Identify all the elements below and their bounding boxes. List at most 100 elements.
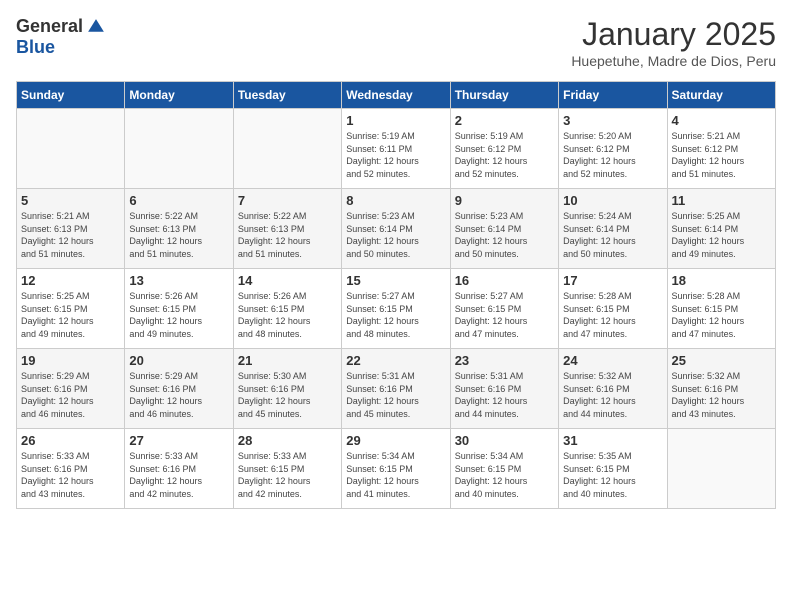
day-number: 12 xyxy=(21,273,120,288)
day-number: 4 xyxy=(672,113,771,128)
day-number: 31 xyxy=(563,433,662,448)
day-number: 14 xyxy=(238,273,337,288)
calendar-cell: 25 Sunrise: 5:32 AM Sunset: 6:16 PM Dayli… xyxy=(667,349,775,429)
day-number: 24 xyxy=(563,353,662,368)
calendar-week-2: 5 Sunrise: 5:21 AM Sunset: 6:13 PM Daylig… xyxy=(17,189,776,269)
day-number: 16 xyxy=(455,273,554,288)
calendar-cell: 12 Sunrise: 5:25 AM Sunset: 6:15 PM Dayli… xyxy=(17,269,125,349)
calendar-cell: 29 Sunrise: 5:34 AM Sunset: 6:15 PM Dayli… xyxy=(342,429,450,509)
day-info: Sunrise: 5:33 AM Sunset: 6:16 PM Dayligh… xyxy=(21,450,120,500)
day-number: 13 xyxy=(129,273,228,288)
logo: General Blue xyxy=(16,16,107,58)
calendar-week-5: 26 Sunrise: 5:33 AM Sunset: 6:16 PM Dayli… xyxy=(17,429,776,509)
calendar-week-3: 12 Sunrise: 5:25 AM Sunset: 6:15 PM Dayli… xyxy=(17,269,776,349)
calendar-cell: 9Sunrise: 5:23 AM Sunset: 6:14 PM Daylig… xyxy=(450,189,558,269)
calendar-cell xyxy=(125,109,233,189)
logo-blue: Blue xyxy=(16,37,55,57)
day-info: Sunrise: 5:33 AM Sunset: 6:15 PM Dayligh… xyxy=(238,450,337,500)
calendar-cell: 18Sunrise: 5:28 AM Sunset: 6:15 PM Dayli… xyxy=(667,269,775,349)
calendar-cell: 10Sunrise: 5:24 AM Sunset: 6:14 PM Dayli… xyxy=(559,189,667,269)
calendar-cell: 30 Sunrise: 5:34 AM Sunset: 6:15 PM Dayli… xyxy=(450,429,558,509)
calendar-cell: 22 Sunrise: 5:31 AM Sunset: 6:16 PM Dayli… xyxy=(342,349,450,429)
calendar-cell: 11Sunrise: 5:25 AM Sunset: 6:14 PM Dayli… xyxy=(667,189,775,269)
day-number: 9 xyxy=(455,193,554,208)
day-info: Sunrise: 5:24 AM Sunset: 6:14 PM Dayligh… xyxy=(563,210,662,260)
day-number: 23 xyxy=(455,353,554,368)
calendar-title: January 2025 xyxy=(571,16,776,53)
calendar-cell xyxy=(233,109,341,189)
calendar-cell: 20Sunrise: 5:29 AM Sunset: 6:16 PM Dayli… xyxy=(125,349,233,429)
day-number: 25 xyxy=(672,353,771,368)
weekday-header-friday: Friday xyxy=(559,82,667,109)
day-info: Sunrise: 5:23 AM Sunset: 6:14 PM Dayligh… xyxy=(346,210,445,260)
day-info: Sunrise: 5:33 AM Sunset: 6:16 PM Dayligh… xyxy=(129,450,228,500)
calendar-cell: 2 Sunrise: 5:19 AM Sunset: 6:12 PM Daylig… xyxy=(450,109,558,189)
day-number: 19 xyxy=(21,353,120,368)
calendar-table: SundayMondayTuesdayWednesdayThursdayFrid… xyxy=(16,81,776,509)
calendar-cell: 27 Sunrise: 5:33 AM Sunset: 6:16 PM Dayli… xyxy=(125,429,233,509)
day-info: Sunrise: 5:19 AM Sunset: 6:11 PM Dayligh… xyxy=(346,130,445,180)
day-number: 28 xyxy=(238,433,337,448)
day-number: 11 xyxy=(672,193,771,208)
weekday-header-saturday: Saturday xyxy=(667,82,775,109)
day-info: Sunrise: 5:26 AM Sunset: 6:15 PM Dayligh… xyxy=(238,290,337,340)
calendar-cell: 28 Sunrise: 5:33 AM Sunset: 6:15 PM Dayli… xyxy=(233,429,341,509)
calendar-cell: 3Sunrise: 5:20 AM Sunset: 6:12 PM Daylig… xyxy=(559,109,667,189)
day-number: 7 xyxy=(238,193,337,208)
calendar-cell: 7Sunrise: 5:22 AM Sunset: 6:13 PM Daylig… xyxy=(233,189,341,269)
day-number: 5 xyxy=(21,193,120,208)
day-number: 29 xyxy=(346,433,445,448)
calendar-cell: 26 Sunrise: 5:33 AM Sunset: 6:16 PM Dayli… xyxy=(17,429,125,509)
day-info: Sunrise: 5:32 AM Sunset: 6:16 PM Dayligh… xyxy=(672,370,771,420)
day-number: 21 xyxy=(238,353,337,368)
day-number: 27 xyxy=(129,433,228,448)
day-number: 6 xyxy=(129,193,228,208)
calendar-cell: 14 Sunrise: 5:26 AM Sunset: 6:15 PM Dayli… xyxy=(233,269,341,349)
calendar-cell: 21 Sunrise: 5:30 AM Sunset: 6:16 PM Dayli… xyxy=(233,349,341,429)
calendar-cell: 16 Sunrise: 5:27 AM Sunset: 6:15 PM Dayli… xyxy=(450,269,558,349)
day-number: 8 xyxy=(346,193,445,208)
calendar-cell: 31 Sunrise: 5:35 AM Sunset: 6:15 PM Dayli… xyxy=(559,429,667,509)
day-info: Sunrise: 5:20 AM Sunset: 6:12 PM Dayligh… xyxy=(563,130,662,180)
day-info: Sunrise: 5:25 AM Sunset: 6:15 PM Dayligh… xyxy=(21,290,120,340)
day-number: 17 xyxy=(563,273,662,288)
day-number: 1 xyxy=(346,113,445,128)
calendar-cell: 17 Sunrise: 5:28 AM Sunset: 6:15 PM Dayli… xyxy=(559,269,667,349)
calendar-body: 1 Sunrise: 5:19 AM Sunset: 6:11 PM Daylig… xyxy=(17,109,776,509)
calendar-cell: 6 Sunrise: 5:22 AM Sunset: 6:13 PM Daylig… xyxy=(125,189,233,269)
calendar-week-1: 1 Sunrise: 5:19 AM Sunset: 6:11 PM Daylig… xyxy=(17,109,776,189)
day-info: Sunrise: 5:30 AM Sunset: 6:16 PM Dayligh… xyxy=(238,370,337,420)
weekday-header-monday: Monday xyxy=(125,82,233,109)
weekday-header-sunday: Sunday xyxy=(17,82,125,109)
weekday-header-tuesday: Tuesday xyxy=(233,82,341,109)
day-info: Sunrise: 5:19 AM Sunset: 6:12 PM Dayligh… xyxy=(455,130,554,180)
logo-general: General xyxy=(16,16,83,36)
day-info: Sunrise: 5:31 AM Sunset: 6:16 PM Dayligh… xyxy=(346,370,445,420)
calendar-cell: 5 Sunrise: 5:21 AM Sunset: 6:13 PM Daylig… xyxy=(17,189,125,269)
day-info: Sunrise: 5:22 AM Sunset: 6:13 PM Dayligh… xyxy=(129,210,228,260)
calendar-cell: 15Sunrise: 5:27 AM Sunset: 6:15 PM Dayli… xyxy=(342,269,450,349)
day-info: Sunrise: 5:29 AM Sunset: 6:16 PM Dayligh… xyxy=(129,370,228,420)
logo-icon xyxy=(85,16,107,38)
day-number: 2 xyxy=(455,113,554,128)
day-info: Sunrise: 5:21 AM Sunset: 6:13 PM Dayligh… xyxy=(21,210,120,260)
day-info: Sunrise: 5:34 AM Sunset: 6:15 PM Dayligh… xyxy=(346,450,445,500)
day-info: Sunrise: 5:27 AM Sunset: 6:15 PM Dayligh… xyxy=(346,290,445,340)
day-info: Sunrise: 5:28 AM Sunset: 6:15 PM Dayligh… xyxy=(563,290,662,340)
calendar-cell xyxy=(17,109,125,189)
day-number: 26 xyxy=(21,433,120,448)
weekday-header-wednesday: Wednesday xyxy=(342,82,450,109)
day-info: Sunrise: 5:35 AM Sunset: 6:15 PM Dayligh… xyxy=(563,450,662,500)
calendar-cell: 13Sunrise: 5:26 AM Sunset: 6:15 PM Dayli… xyxy=(125,269,233,349)
day-number: 30 xyxy=(455,433,554,448)
title-block: January 2025 Huepetuhe, Madre de Dios, P… xyxy=(571,16,776,69)
day-info: Sunrise: 5:27 AM Sunset: 6:15 PM Dayligh… xyxy=(455,290,554,340)
calendar-cell: 23Sunrise: 5:31 AM Sunset: 6:16 PM Dayli… xyxy=(450,349,558,429)
calendar-subtitle: Huepetuhe, Madre de Dios, Peru xyxy=(571,53,776,69)
calendar-cell: 19Sunrise: 5:29 AM Sunset: 6:16 PM Dayli… xyxy=(17,349,125,429)
calendar-header-row: SundayMondayTuesdayWednesdayThursdayFrid… xyxy=(17,82,776,109)
day-info: Sunrise: 5:34 AM Sunset: 6:15 PM Dayligh… xyxy=(455,450,554,500)
day-number: 22 xyxy=(346,353,445,368)
calendar-week-4: 19 Sunrise: 5:29 AM Sunset: 6:16 PM Dayli… xyxy=(17,349,776,429)
day-number: 18 xyxy=(672,273,771,288)
